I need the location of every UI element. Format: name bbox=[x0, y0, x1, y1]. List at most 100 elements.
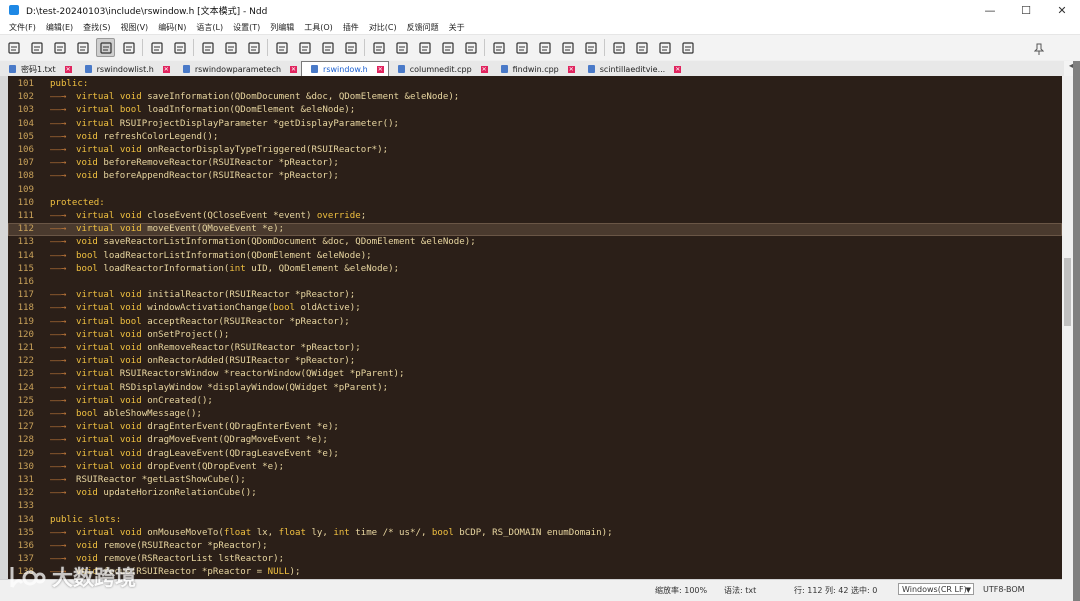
word-wrap-icon[interactable] bbox=[272, 38, 291, 57]
compare-icon[interactable] bbox=[535, 38, 554, 57]
code-line[interactable]: 138 ——→ void focus(RSUIReactor *pReactor =… bbox=[8, 566, 1062, 579]
code-line[interactable]: 128 ——→ virtual void dragMoveEvent(QDragMo… bbox=[8, 434, 1062, 447]
code-line[interactable]: 108 ——→ void beforeAppendReactor(RSUIReact… bbox=[8, 170, 1062, 183]
code-line[interactable]: 112 ——→ virtual void moveEvent(QMoveEvent … bbox=[8, 223, 1062, 237]
tab-1[interactable]: rswindowlist.h ✕ bbox=[76, 62, 174, 76]
play-macro-icon[interactable] bbox=[581, 38, 600, 57]
eol-select[interactable]: Windows(CR LF) ▼ bbox=[898, 583, 974, 595]
menu-about[interactable]: 关于 bbox=[444, 22, 470, 33]
code-line[interactable]: 125 ——→ virtual void onCreated(); bbox=[8, 395, 1062, 408]
minimize-button[interactable]: — bbox=[972, 0, 1008, 20]
save-all-icon[interactable] bbox=[73, 38, 92, 57]
zoom-out-icon[interactable] bbox=[341, 38, 360, 57]
menu-edit[interactable]: 编辑(E) bbox=[41, 22, 78, 33]
code-line[interactable]: 113 ——→ void saveReactorListInformation(QD… bbox=[8, 236, 1062, 249]
menu-plugins[interactable]: 插件 bbox=[338, 22, 364, 33]
font-icon[interactable] bbox=[392, 38, 411, 57]
menu-search[interactable]: 查找(S) bbox=[78, 22, 115, 33]
code-line[interactable]: 117 ——→ virtual void initialReactor(RSUIRe… bbox=[8, 289, 1062, 302]
tab-5[interactable]: findwin.cpp ✕ bbox=[492, 62, 579, 76]
vertical-scrollbar[interactable] bbox=[1062, 76, 1073, 579]
code-line[interactable]: 121 ——→ virtual void onRemoveReactor(RSUIR… bbox=[8, 342, 1062, 355]
code-line[interactable]: 123 ——→ virtual RSUIReactorsWindow *reacto… bbox=[8, 368, 1062, 381]
close-button[interactable]: ✕ bbox=[1044, 0, 1080, 20]
code-line[interactable]: 106 ——→ virtual void onReactorDisplayTypeT… bbox=[8, 144, 1062, 157]
code-line[interactable]: 132 ——→ void updateHorizonRelationCube(); bbox=[8, 487, 1062, 500]
indent-icon[interactable] bbox=[415, 38, 434, 57]
code-line[interactable]: 127 ——→ virtual void dragEnterEvent(QDragE… bbox=[8, 421, 1062, 434]
stop-macro-icon[interactable] bbox=[609, 38, 628, 57]
sync-scroll-icon[interactable] bbox=[558, 38, 577, 57]
code-line[interactable]: 116 bbox=[8, 276, 1062, 289]
fast-forward-icon[interactable] bbox=[655, 38, 674, 57]
next-icon[interactable] bbox=[489, 38, 508, 57]
open-folder-icon[interactable] bbox=[27, 38, 46, 57]
code-line[interactable]: 115 ——→ bool loadReactorInformation(int uI… bbox=[8, 263, 1062, 276]
close-tab-icon[interactable]: ✕ bbox=[162, 65, 170, 73]
code-line[interactable]: 111 ——→ virtual void closeEvent(QCloseEven… bbox=[8, 210, 1062, 223]
menu-view[interactable]: 视图(V) bbox=[115, 22, 153, 33]
code-line[interactable]: 131 ——→ RSUIReactor *getLastShowCube(); bbox=[8, 474, 1062, 487]
code-line[interactable]: 136 ——→ void remove(RSUIReactor *pReactor)… bbox=[8, 540, 1062, 553]
find-icon[interactable] bbox=[198, 38, 217, 57]
code-line[interactable]: 105 ——→ void refreshColorLegend(); bbox=[8, 131, 1062, 144]
close-tab-icon[interactable]: ✕ bbox=[290, 65, 298, 73]
replace-icon[interactable] bbox=[221, 38, 240, 57]
code-line[interactable]: 129 ——→ virtual void dragLeaveEvent(QDragL… bbox=[8, 448, 1062, 461]
code-editor[interactable]: 101 public: 102 ——→ virtual void saveInforma… bbox=[8, 76, 1062, 579]
close-tab-icon[interactable]: ✕ bbox=[567, 65, 575, 73]
code-line[interactable]: 118 ——→ virtual void windowActivationChang… bbox=[8, 302, 1062, 315]
code-line[interactable]: 101 public: bbox=[8, 78, 1062, 91]
code-line[interactable]: 126 ——→ bool ableShowMessage(); bbox=[8, 408, 1062, 421]
code-line[interactable]: 120 ——→ virtual void onSetProject(); bbox=[8, 329, 1062, 342]
format-icon[interactable] bbox=[438, 38, 457, 57]
code-line[interactable]: 135 ——→ virtual void onMouseMoveTo(float l… bbox=[8, 527, 1062, 540]
code-line[interactable]: 134 public slots: bbox=[8, 514, 1062, 527]
pause-icon[interactable] bbox=[632, 38, 651, 57]
save-macro-icon[interactable] bbox=[678, 38, 697, 57]
new-file-icon[interactable] bbox=[4, 38, 23, 57]
tab-6[interactable]: scintillaeditvie... ✕ bbox=[579, 62, 685, 76]
code-line[interactable]: 107 ——→ void beforeRemoveReactor(RSUIReact… bbox=[8, 157, 1062, 170]
code-line[interactable]: 122 ——→ virtual void onReactorAdded(RSUIRe… bbox=[8, 355, 1062, 368]
code-line[interactable]: 103 ——→ virtual bool loadInformation(QDomE… bbox=[8, 104, 1062, 117]
redo-icon[interactable] bbox=[170, 38, 189, 57]
split-panel-icon[interactable] bbox=[512, 38, 531, 57]
code-line[interactable]: 110 protected: bbox=[8, 197, 1062, 210]
close-tab-icon[interactable]: ✕ bbox=[480, 65, 488, 73]
menu-language[interactable]: 语言(L) bbox=[191, 22, 228, 33]
code-line[interactable]: 102 ——→ virtual void saveInformation(QDomD… bbox=[8, 91, 1062, 104]
code-line[interactable]: 104 ——→ virtual RSUIProjectDisplayParamete… bbox=[8, 118, 1062, 131]
tab-0[interactable]: 密码1.txt ✕ bbox=[0, 62, 76, 76]
code-line[interactable]: 133 bbox=[8, 500, 1062, 513]
close-tab-icon[interactable]: ✕ bbox=[64, 65, 72, 73]
close-all-icon[interactable] bbox=[119, 38, 138, 57]
prev-icon[interactable] bbox=[461, 38, 480, 57]
code-line[interactable]: 124 ——→ virtual RSDisplayWindow *displayWi… bbox=[8, 382, 1062, 395]
code-line[interactable]: 137 ——→ void remove(RSReactorList lstReact… bbox=[8, 553, 1062, 566]
goto-icon[interactable] bbox=[244, 38, 263, 57]
scrollbar-thumb[interactable] bbox=[1064, 258, 1071, 326]
code-line[interactable]: 109 bbox=[8, 184, 1062, 197]
menu-settings[interactable]: 设置(T) bbox=[228, 22, 265, 33]
menu-encoding[interactable]: 编码(N) bbox=[153, 22, 191, 33]
menu-tools[interactable]: 工具(O) bbox=[299, 22, 338, 33]
menu-file[interactable]: 文件(F) bbox=[0, 22, 41, 33]
zoom-in-icon[interactable] bbox=[318, 38, 337, 57]
menu-column-edit[interactable]: 列编辑 bbox=[265, 22, 299, 33]
close-tab-icon[interactable]: ✕ bbox=[376, 65, 384, 73]
save-icon[interactable] bbox=[50, 38, 69, 57]
tab-2[interactable]: rswindowparametech ✕ bbox=[174, 62, 301, 76]
show-symbols-icon[interactable] bbox=[295, 38, 314, 57]
close-tab-icon[interactable]: ✕ bbox=[674, 65, 682, 73]
code-line[interactable]: 114 ——→ bool loadReactorListInformation(QD… bbox=[8, 250, 1062, 263]
menu-compare[interactable]: 对比(C) bbox=[364, 22, 402, 33]
indent-guide-icon[interactable] bbox=[369, 38, 388, 57]
menu-feedback[interactable]: 反馈问题 bbox=[402, 22, 444, 33]
close-file-icon[interactable] bbox=[96, 38, 115, 57]
undo-icon[interactable] bbox=[147, 38, 166, 57]
tab-4[interactable]: columnedit.cpp ✕ bbox=[389, 62, 492, 76]
code-line[interactable]: 119 ——→ virtual bool acceptReactor(RSUIRea… bbox=[8, 316, 1062, 329]
pin-icon[interactable] bbox=[1033, 40, 1045, 59]
tab-3[interactable]: rswindow.h ✕ bbox=[301, 61, 389, 76]
